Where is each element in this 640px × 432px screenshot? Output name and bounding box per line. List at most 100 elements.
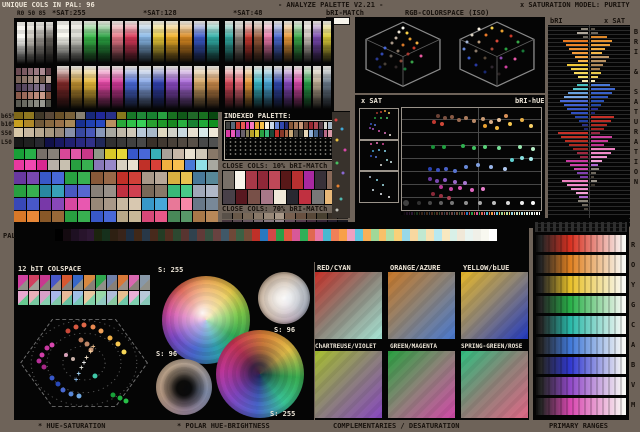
color-swatch: [402, 229, 411, 241]
color-swatch: [25, 149, 36, 159]
primary-range-bars: [536, 235, 626, 415]
color-swatch: [307, 229, 316, 241]
color-ramp: [180, 21, 192, 63]
data-point: [470, 33, 474, 37]
data-point: [44, 345, 50, 351]
color-cell: [16, 76, 21, 83]
bri-hue-plot: [401, 107, 542, 211]
color-swatch: [273, 190, 286, 204]
color-swatch: [260, 229, 269, 241]
histogram-bar: [569, 164, 588, 166]
histogram-bar: [561, 136, 588, 138]
range-letter: R: [631, 241, 636, 249]
color-swatch: [147, 120, 157, 127]
bri-hue-scatter-panel: x SAT bRI-hUE: [355, 95, 545, 228]
color-swatch: [323, 229, 332, 241]
color-ramp: [98, 21, 110, 63]
color-ramp: [98, 66, 110, 109]
color-ramp: [323, 66, 331, 109]
color-swatch: [116, 112, 126, 119]
data-point: [385, 158, 388, 161]
color-ramp: [313, 66, 322, 109]
strip-label-s50: S50: [1, 130, 12, 137]
data-point: [494, 126, 499, 131]
color-swatch: [468, 212, 470, 215]
data-point: [495, 39, 499, 43]
sat-255-toggle[interactable]: *SAT:255: [52, 9, 86, 17]
color-swatch: [55, 138, 65, 147]
data-point: [63, 352, 68, 357]
color-swatch: [198, 112, 208, 119]
color-swatch: [471, 212, 473, 215]
color-swatch: [116, 198, 129, 210]
indexed-row-2[interactable]: [226, 130, 342, 137]
color-ramp: [254, 21, 263, 63]
color-swatch: [521, 212, 523, 215]
color-swatch: [403, 212, 405, 215]
color-ramp: [283, 66, 292, 109]
color-swatch: [280, 171, 292, 189]
histogram-bar: [576, 84, 588, 86]
color-swatch: [75, 128, 85, 137]
histogram-bar: [581, 124, 588, 126]
tab-polar-hue-brightness[interactable]: * POLAR HUE-BRIGHTNESS: [177, 422, 270, 430]
color-swatch: [147, 128, 157, 137]
bri-saturation-side-label: BRI & SATURATION: [632, 28, 640, 188]
color-cell: [34, 76, 39, 83]
color-swatch: [167, 128, 177, 137]
color-swatch: [441, 212, 443, 215]
color-swatch: [52, 185, 65, 197]
color-cell: [34, 92, 39, 99]
duotone-cell: [62, 291, 73, 305]
sat-48-toggle[interactable]: *SAT:48: [233, 9, 263, 17]
color-swatch: [173, 229, 182, 241]
color-swatch: [126, 128, 136, 137]
histogram-bar: [578, 76, 588, 78]
data-point: [490, 26, 494, 30]
duotone-cell: [40, 275, 51, 290]
sphere3-label: S: 96: [156, 350, 178, 358]
color-swatch: [496, 212, 498, 215]
indexed-row-1[interactable]: [226, 122, 342, 129]
pal-label: PAL: [3, 232, 16, 240]
duotone-cell: [128, 291, 139, 305]
data-point: [81, 322, 87, 328]
color-swatch: [493, 212, 495, 215]
color-cell: [40, 92, 45, 99]
color-swatch: [105, 149, 116, 159]
tab-hue-saturation[interactable]: * HUE-SATURATION: [38, 422, 105, 430]
bri-match-toggle[interactable]: bRI-MATCh: [326, 9, 364, 17]
color-ramp: [125, 21, 138, 63]
sat-128-toggle[interactable]: *SAT:128: [143, 9, 177, 17]
color-swatch: [165, 229, 174, 241]
close-cols-70-label[interactable]: CLOSE COLS: 70% bRI-MATCh: [222, 205, 327, 213]
color-swatch: [284, 122, 289, 129]
color-swatch: [94, 229, 103, 241]
saturation-model-toggle[interactable]: x SATURATION MODEL: PURITY: [520, 1, 630, 9]
color-ramp: [36, 22, 44, 64]
color-cell: [34, 68, 39, 75]
data-point: [427, 200, 432, 205]
color-ramp: [293, 21, 302, 63]
data-point: [484, 33, 488, 37]
color-cell: [22, 84, 27, 91]
color-swatch: [533, 212, 535, 215]
color-ramp: [84, 66, 97, 109]
tab-complementaries[interactable]: COMPLEMENTARIES / DESATURATION: [333, 422, 459, 430]
data-point: [380, 52, 384, 56]
data-point: [73, 324, 79, 330]
close-cols-10-label[interactable]: CLOSE COLS: 10% bRI-MATCh: [222, 162, 327, 170]
histogram-bar: [559, 100, 588, 102]
color-swatch: [323, 130, 328, 137]
data-point: [368, 126, 371, 129]
pal-strip[interactable]: [55, 229, 497, 241]
histogram-bar: [591, 80, 596, 82]
histogram-bar: [571, 112, 588, 114]
data-point: [472, 145, 477, 150]
color-swatch: [34, 112, 44, 119]
color-swatch: [250, 122, 255, 129]
color-swatch: [103, 185, 116, 197]
color-swatch: [133, 229, 142, 241]
tab-primary-ranges[interactable]: PRIMARY RANGES: [549, 422, 608, 430]
color-swatch: [157, 138, 167, 147]
